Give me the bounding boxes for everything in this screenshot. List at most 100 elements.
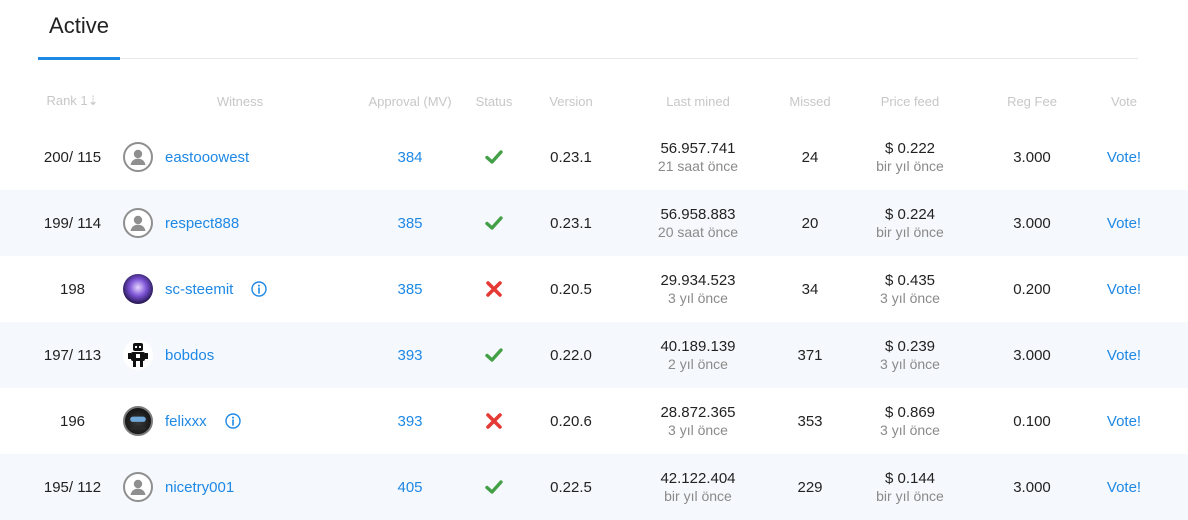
status-cell xyxy=(464,256,524,322)
approval-link[interactable]: 393 xyxy=(360,388,460,454)
missed-cell: 353 xyxy=(797,412,823,430)
witness-name-link[interactable]: felixxx xyxy=(165,413,207,430)
header-last-mined: Last mined xyxy=(666,93,730,109)
checkmark-icon xyxy=(484,213,504,233)
avatar[interactable] xyxy=(123,274,153,304)
vote-button[interactable]: Vote! xyxy=(1092,454,1156,520)
last-mined-block: 56.958.883 xyxy=(660,205,736,223)
last-mined-ago: 2 yıl önce xyxy=(668,355,728,372)
witness-cell: sc-steemit xyxy=(120,256,360,322)
reg-fee-cell: 0.200 xyxy=(1013,280,1051,298)
status-cell xyxy=(464,190,524,256)
approval-link[interactable]: 405 xyxy=(360,454,460,520)
witness-name-link[interactable]: eastooowest xyxy=(165,149,249,166)
vote-button[interactable]: Vote! xyxy=(1092,388,1156,454)
price-feed-cell: $ 0.239 3 yıl önce xyxy=(850,322,970,388)
info-icon[interactable] xyxy=(224,413,241,429)
price-value: $ 0.222 xyxy=(884,139,936,157)
last-mined-ago: 21 saat önce xyxy=(657,157,739,174)
cross-icon xyxy=(484,279,504,299)
last-mined-cell: 56.958.883 20 saat önce xyxy=(618,190,778,256)
missed-cell: 20 xyxy=(801,214,819,232)
status-cell xyxy=(464,388,524,454)
last-mined-ago: bir yıl önce xyxy=(664,487,732,504)
version-cell: 0.22.0 xyxy=(550,346,592,364)
vote-button[interactable]: Vote! xyxy=(1092,190,1156,256)
witness-cell: respect888 xyxy=(120,190,360,256)
witness-name-link[interactable]: nicetry001 xyxy=(165,479,234,496)
user-avatar-icon[interactable] xyxy=(123,142,153,172)
reg-fee-cell: 3.000 xyxy=(1013,214,1051,232)
rank-cell: 198 xyxy=(59,280,86,298)
version-cell: 0.22.5 xyxy=(550,478,592,496)
approval-link[interactable]: 385 xyxy=(360,190,460,256)
missed-cell: 371 xyxy=(797,346,823,364)
price-value: $ 0.435 xyxy=(884,271,936,289)
last-mined-cell: 42.122.404 bir yıl önce xyxy=(618,454,778,520)
rank-cell: 199/ 114 xyxy=(43,214,102,232)
avatar[interactable] xyxy=(123,340,153,370)
header-missed: Missed xyxy=(789,93,831,109)
header-witness: Witness xyxy=(216,93,264,109)
last-mined-cell: 40.189.139 2 yıl önce xyxy=(618,322,778,388)
vote-button[interactable]: Vote! xyxy=(1092,124,1156,190)
checkmark-icon xyxy=(484,147,504,167)
rank-cell: 197/ 113 xyxy=(43,346,102,364)
price-feed-cell: $ 0.435 3 yıl önce xyxy=(850,256,970,322)
header-approval[interactable]: Approval (MV) xyxy=(360,86,460,116)
status-cell xyxy=(464,454,524,520)
checkmark-icon xyxy=(484,477,504,497)
price-value: $ 0.144 xyxy=(884,469,936,487)
approval-link[interactable]: 384 xyxy=(360,124,460,190)
last-mined-block: 40.189.139 xyxy=(660,337,736,355)
witness-cell: felixxx xyxy=(120,388,360,454)
table-row: 199/ 114 respect888 385 0.23.1 56.958.883 20 … xyxy=(0,190,1188,256)
checkmark-icon xyxy=(484,345,504,365)
rank-cell: 200/ 115 xyxy=(43,148,102,166)
price-value: $ 0.239 xyxy=(884,337,936,355)
table-row: 196 felixxx 393 0.20.6 28.872.365 3 yıl önce 3… xyxy=(0,388,1188,454)
price-feed-cell: $ 0.224 bir yıl önce xyxy=(850,190,970,256)
header-price-feed: Price feed xyxy=(880,93,940,109)
table-row: 197/ 113 bobdos 393 0.22.0 40.189.139 2 yıl ö… xyxy=(0,322,1188,388)
header-rank[interactable]: Rank 1⇣ xyxy=(30,86,115,116)
last-mined-block: 28.872.365 xyxy=(660,403,736,421)
approval-link[interactable]: 385 xyxy=(360,256,460,322)
reg-fee-cell: 3.000 xyxy=(1013,148,1051,166)
last-mined-cell: 29.934.523 3 yıl önce xyxy=(618,256,778,322)
approval-link[interactable]: 393 xyxy=(360,322,460,388)
price-ago: 3 yıl önce xyxy=(880,355,940,372)
last-mined-ago: 3 yıl önce xyxy=(668,421,728,438)
table-row: 198 sc-steemit 385 0.20.5 29.934.523 3 yıl ön… xyxy=(0,256,1188,322)
price-ago: 3 yıl önce xyxy=(880,421,940,438)
rank-cell: 195/ 112 xyxy=(43,478,102,496)
witness-name-link[interactable]: respect888 xyxy=(165,215,239,232)
last-mined-ago: 3 yıl önce xyxy=(668,289,728,306)
last-mined-cell: 28.872.365 3 yıl önce xyxy=(618,388,778,454)
last-mined-block: 56.957.741 xyxy=(660,139,736,157)
witness-name-link[interactable]: bobdos xyxy=(165,347,214,364)
info-icon[interactable] xyxy=(251,281,268,297)
rank-cell: 196 xyxy=(59,412,86,430)
missed-cell: 229 xyxy=(797,478,823,496)
header-vote: Vote xyxy=(1110,93,1138,109)
price-ago: bir yıl önce xyxy=(876,487,944,504)
vote-button[interactable]: Vote! xyxy=(1092,322,1156,388)
version-cell: 0.23.1 xyxy=(550,214,592,232)
reg-fee-cell: 3.000 xyxy=(1013,346,1051,364)
price-ago: 3 yıl önce xyxy=(880,289,940,306)
last-mined-ago: 20 saat önce xyxy=(657,223,739,240)
vote-button[interactable]: Vote! xyxy=(1092,256,1156,322)
price-ago: bir yıl önce xyxy=(876,223,944,240)
header-status: Status xyxy=(475,93,513,109)
price-value: $ 0.224 xyxy=(884,205,936,223)
tab-active[interactable]: Active xyxy=(38,0,120,60)
witness-cell: eastooowest xyxy=(120,124,360,190)
reg-fee-cell: 3.000 xyxy=(1013,478,1051,496)
avatar[interactable] xyxy=(123,406,153,436)
table-row: 200/ 115 eastooowest 384 0.23.1 56.957.741 21… xyxy=(0,124,1188,190)
user-avatar-icon[interactable] xyxy=(123,208,153,238)
user-avatar-icon[interactable] xyxy=(123,472,153,502)
status-cell xyxy=(464,322,524,388)
witness-name-link[interactable]: sc-steemit xyxy=(165,281,233,298)
